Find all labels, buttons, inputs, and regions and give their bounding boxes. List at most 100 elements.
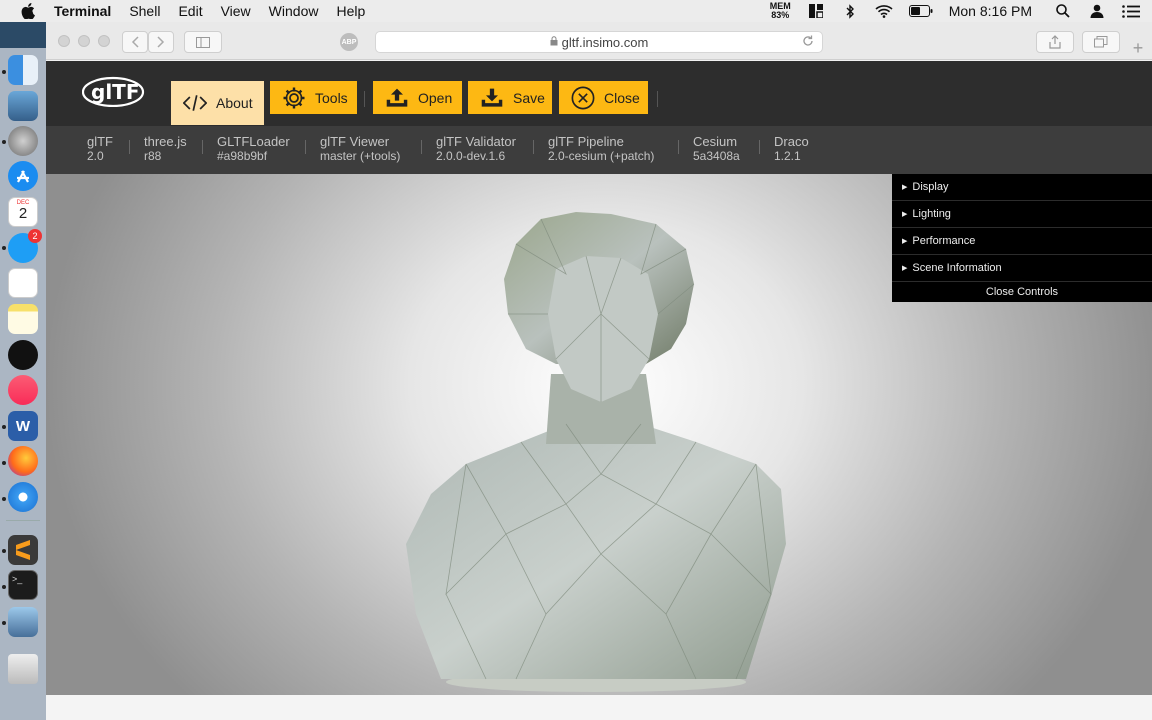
back-button[interactable] bbox=[122, 31, 148, 53]
caret-right-icon: ▶ bbox=[902, 265, 908, 272]
folder-scene-information[interactable]: ▶ Scene Information bbox=[892, 255, 1152, 282]
apple-menu-icon[interactable] bbox=[18, 0, 38, 22]
notes-icon[interactable] bbox=[8, 304, 38, 334]
reload-icon[interactable] bbox=[802, 35, 814, 50]
menu-edit[interactable]: Edit bbox=[178, 3, 202, 19]
version-name: Draco bbox=[774, 134, 809, 149]
folder-label: Performance bbox=[912, 235, 976, 247]
version-gltf-validator: glTF Validator 2.0.0-dev.1.6 bbox=[436, 134, 516, 164]
header-separator bbox=[364, 91, 365, 107]
spotlight-search-icon[interactable] bbox=[1054, 4, 1072, 18]
gltf-logo[interactable]: glTF bbox=[81, 75, 148, 108]
calendar-icon[interactable]: DEC 2 bbox=[8, 197, 38, 227]
share-button[interactable] bbox=[1036, 31, 1074, 53]
messages-icon[interactable]: 2 bbox=[8, 229, 42, 263]
safari-icon[interactable] bbox=[8, 482, 38, 512]
menu-bar: Terminal Shell Edit View Window Help MEM… bbox=[0, 0, 1152, 22]
folder-lighting[interactable]: ▶ Lighting bbox=[892, 201, 1152, 228]
code-icon bbox=[183, 91, 207, 115]
app-store-icon[interactable] bbox=[8, 161, 38, 191]
browser-toolbar: ABP gltf.insimo.com + bbox=[46, 22, 1152, 60]
new-tab-button[interactable]: + bbox=[1126, 37, 1150, 59]
apple-tv-icon[interactable] bbox=[8, 340, 38, 370]
gear-icon bbox=[282, 86, 306, 110]
folder-label: Lighting bbox=[912, 208, 951, 220]
menu-view[interactable]: View bbox=[221, 3, 251, 19]
about-button[interactable]: About bbox=[171, 81, 264, 125]
version-name: glTF Pipeline bbox=[548, 134, 624, 149]
menu-shell[interactable]: Shell bbox=[129, 3, 160, 19]
header-separator bbox=[657, 91, 658, 107]
caret-right-icon: ▶ bbox=[902, 211, 908, 218]
dock: DEC 2 2 W >_ bbox=[0, 48, 46, 720]
adblock-icon[interactable]: ABP bbox=[340, 33, 358, 51]
open-label: Open bbox=[418, 89, 453, 106]
image-capture-icon[interactable] bbox=[8, 607, 38, 637]
close-circle-icon bbox=[571, 86, 595, 110]
window-tiling-icon[interactable] bbox=[807, 4, 825, 18]
firefox-icon[interactable] bbox=[8, 446, 38, 476]
minimize-window-button[interactable] bbox=[78, 35, 90, 47]
tools-button[interactable]: Tools bbox=[270, 81, 357, 114]
open-button[interactable]: Open bbox=[373, 81, 462, 114]
wifi-icon[interactable] bbox=[875, 4, 893, 18]
menu-app-name[interactable]: Terminal bbox=[54, 3, 111, 19]
folder-performance[interactable]: ▶ Performance bbox=[892, 228, 1152, 255]
folder-display[interactable]: ▶ Display bbox=[892, 174, 1152, 201]
close-label: Close bbox=[604, 89, 640, 106]
sidebar-toggle-button[interactable] bbox=[184, 31, 222, 53]
finder-icon[interactable] bbox=[8, 55, 38, 85]
battery-icon[interactable] bbox=[908, 4, 933, 18]
folder-label: Scene Information bbox=[912, 262, 1002, 274]
version-gltf: glTF 2.0 bbox=[87, 134, 113, 164]
download-icon bbox=[480, 86, 504, 110]
bluetooth-icon[interactable] bbox=[841, 3, 859, 19]
zoom-window-button[interactable] bbox=[98, 35, 110, 47]
version-separator bbox=[305, 140, 306, 154]
site-header: glTF About Tools Open Save Close bbox=[46, 61, 1152, 126]
notification-center-icon[interactable] bbox=[1122, 4, 1140, 18]
controls-panel: ▶ Display ▶ Lighting ▶ Performance ▶ Sce… bbox=[892, 174, 1152, 302]
version-name: glTF Viewer bbox=[320, 134, 390, 149]
version-name: glTF bbox=[87, 134, 113, 149]
caret-right-icon: ▶ bbox=[902, 238, 908, 245]
terminal-icon[interactable]: >_ bbox=[8, 570, 38, 600]
menu-help[interactable]: Help bbox=[336, 3, 365, 19]
version-separator bbox=[533, 140, 534, 154]
page-bottom-strip bbox=[46, 695, 1152, 720]
close-file-button[interactable]: Close bbox=[559, 81, 648, 114]
version-value: 2.0 bbox=[87, 149, 104, 163]
memory-status[interactable]: MEM 83% bbox=[770, 2, 791, 20]
address-bar[interactable]: gltf.insimo.com bbox=[375, 31, 823, 53]
user-account-icon[interactable] bbox=[1088, 4, 1106, 18]
logo-text: glTF bbox=[91, 80, 139, 104]
menu-window[interactable]: Window bbox=[269, 3, 319, 19]
preview-icon[interactable] bbox=[8, 91, 38, 121]
close-controls-button[interactable]: Close Controls bbox=[892, 282, 1152, 302]
chevron-left-icon bbox=[131, 36, 139, 48]
running-indicator bbox=[2, 497, 6, 501]
reminders-icon[interactable] bbox=[8, 268, 38, 298]
tools-label: Tools bbox=[315, 89, 348, 106]
save-button[interactable]: Save bbox=[468, 81, 552, 114]
menu-clock[interactable]: Mon 8:16 PM bbox=[949, 3, 1032, 19]
music-icon[interactable] bbox=[8, 375, 38, 405]
close-window-button[interactable] bbox=[58, 35, 70, 47]
running-indicator bbox=[2, 246, 6, 250]
about-label: About bbox=[216, 95, 253, 111]
calendar-day: 2 bbox=[18, 205, 28, 222]
trash-icon[interactable] bbox=[8, 654, 38, 684]
running-indicator bbox=[2, 140, 6, 144]
sublime-text-icon[interactable] bbox=[8, 535, 38, 565]
version-name: GLTFLoader bbox=[217, 134, 290, 149]
memory-value: 83% bbox=[771, 10, 790, 20]
caret-right-icon: ▶ bbox=[902, 184, 908, 191]
system-preferences-icon[interactable] bbox=[8, 126, 38, 156]
version-name: glTF Validator bbox=[436, 134, 516, 149]
version-value: 2.0.0-dev.1.6 bbox=[436, 149, 506, 163]
tab-overview-button[interactable] bbox=[1082, 31, 1120, 53]
running-indicator bbox=[2, 585, 6, 589]
url-text: gltf.insimo.com bbox=[561, 34, 649, 50]
forward-button[interactable] bbox=[148, 31, 174, 53]
word-icon[interactable]: W bbox=[8, 411, 38, 441]
